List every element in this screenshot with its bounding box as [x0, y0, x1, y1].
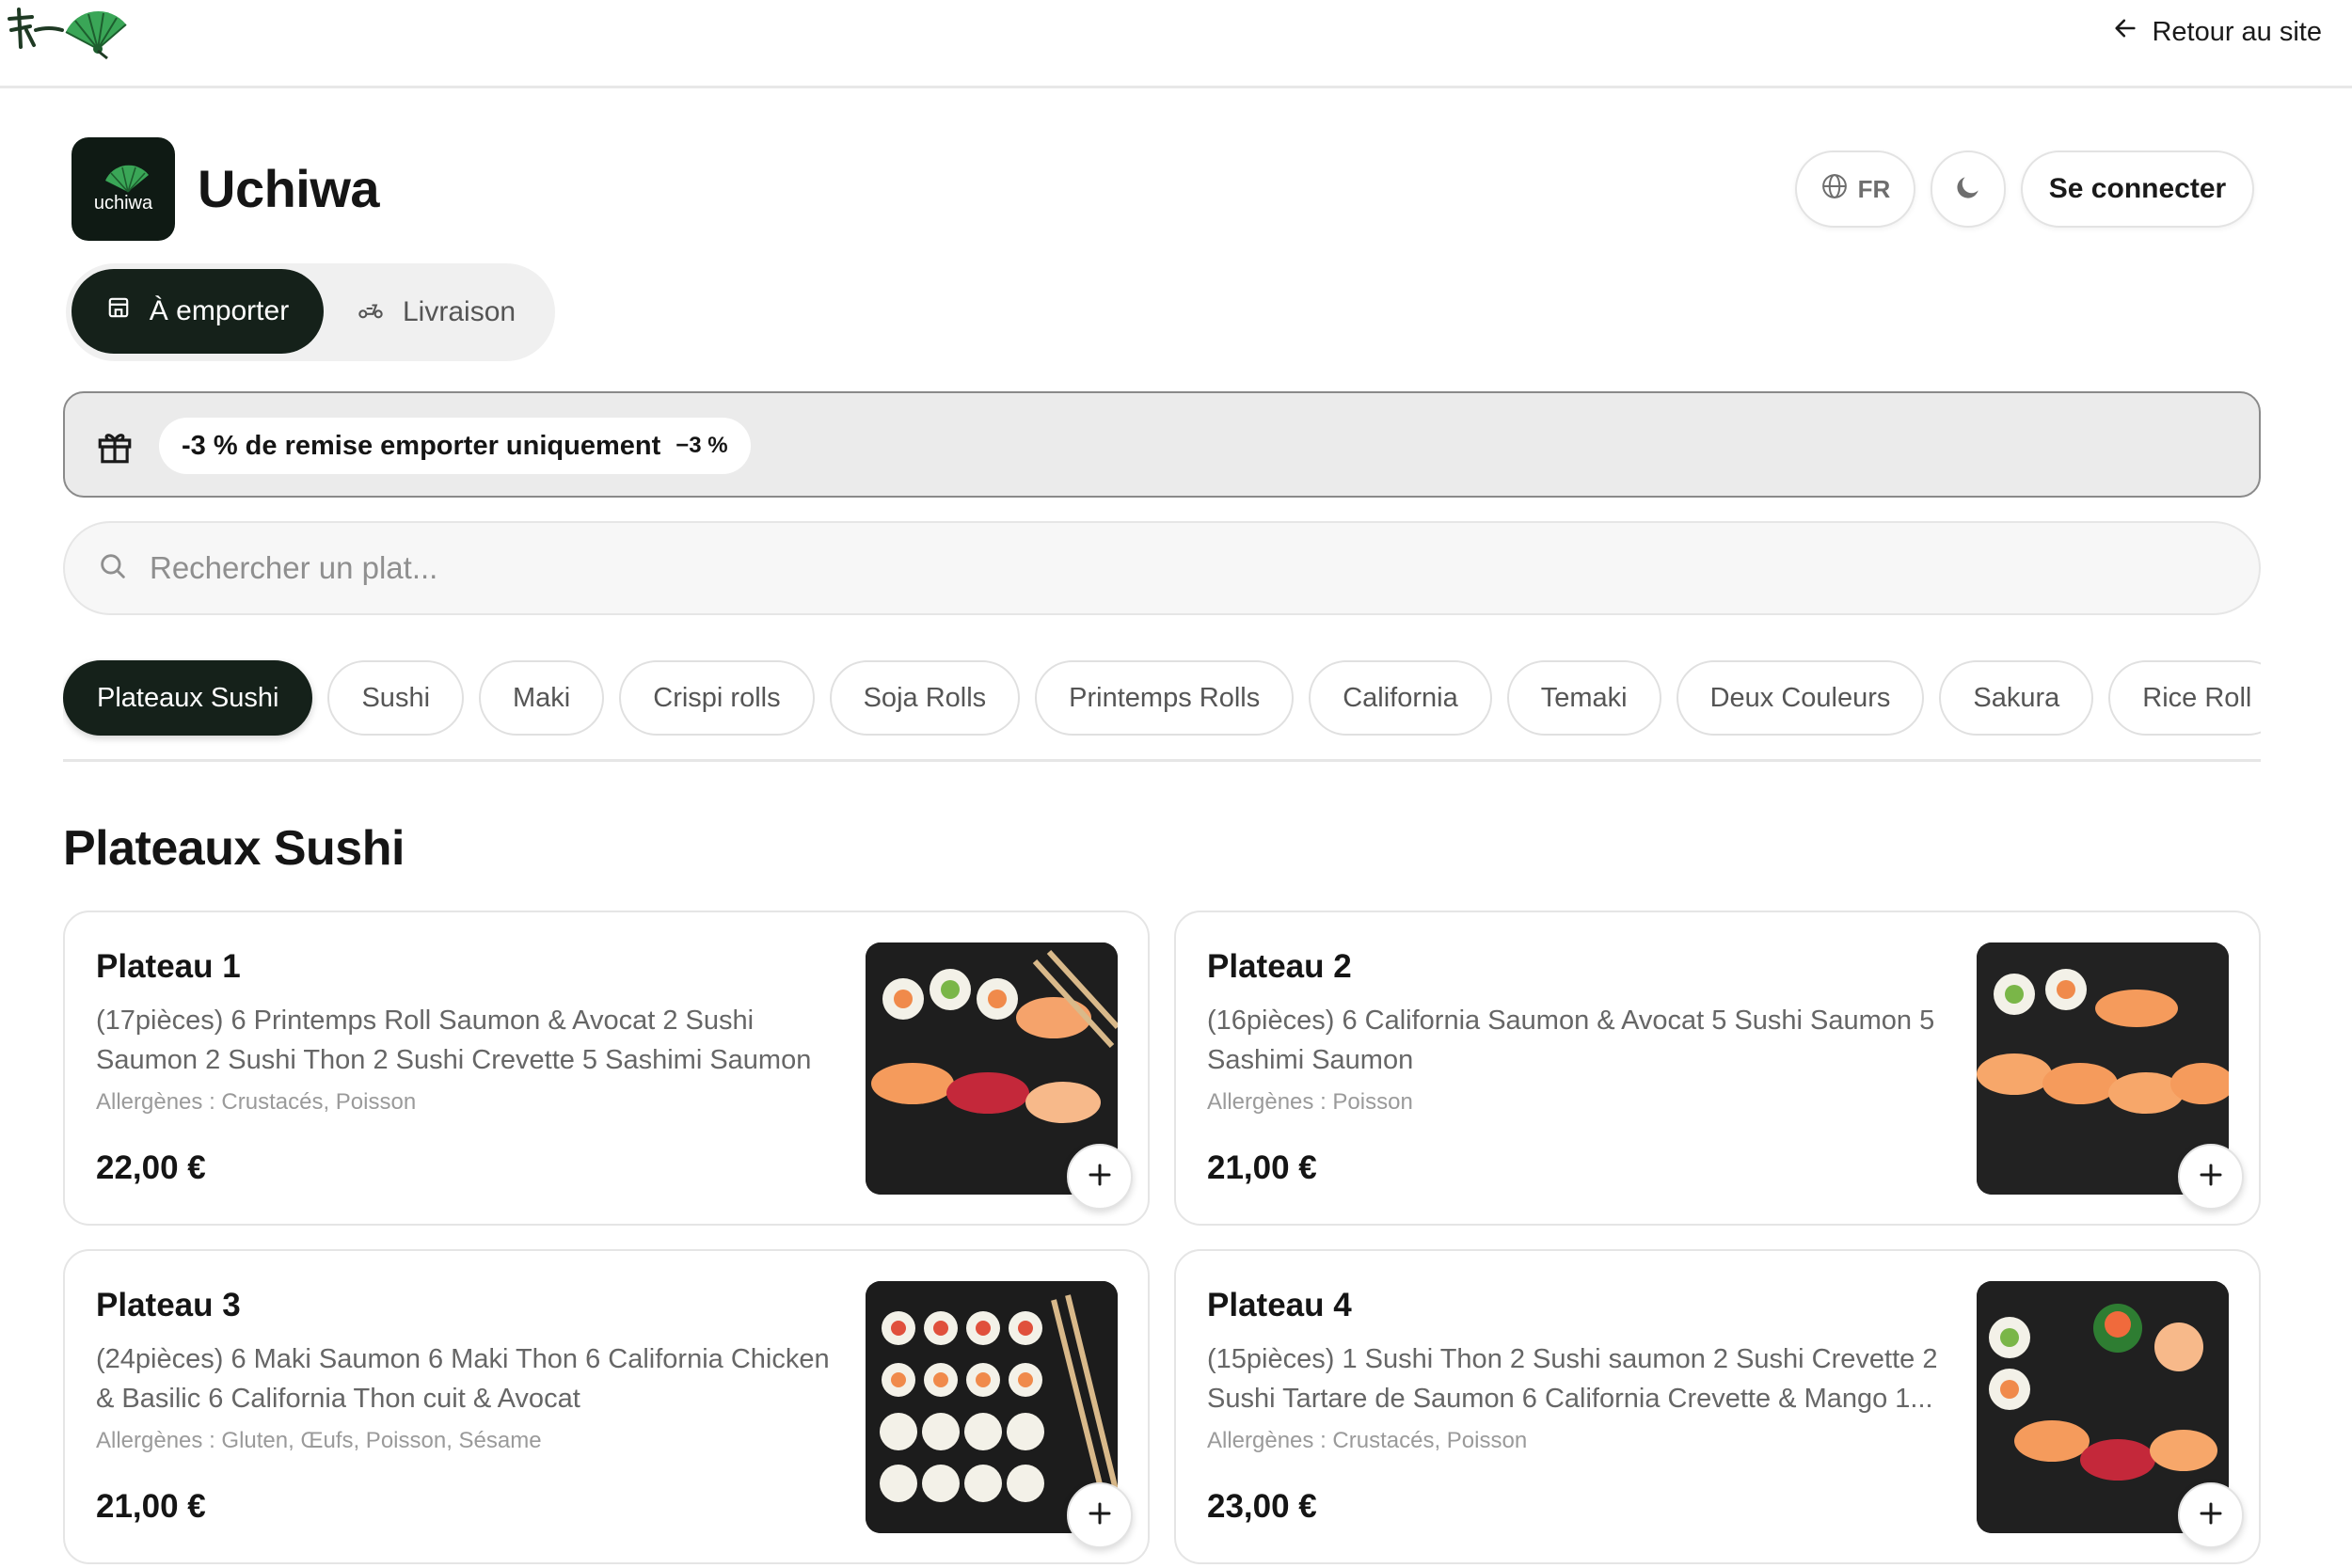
category-california[interactable]: California: [1309, 660, 1492, 736]
category-plateaux-sushi[interactable]: Plateaux Sushi: [63, 660, 313, 736]
plus-icon: [1086, 1499, 1114, 1532]
add-to-cart-button[interactable]: [1067, 1144, 1133, 1210]
search-input[interactable]: [148, 549, 2123, 587]
dish-title: Plateau 4: [1207, 1287, 1352, 1323]
dish-allergens: Allergènes : Crustacés, Poisson: [96, 1089, 417, 1115]
dish-card[interactable]: Plateau 3 (24pièces) 6 Maki Saumon 6 Mak…: [63, 1249, 1150, 1564]
plus-icon: [1086, 1161, 1114, 1194]
add-to-cart-button[interactable]: [1067, 1482, 1133, 1548]
order-mode-switch: À emporter Livraison: [66, 263, 555, 361]
dish-description: (16pièces) 6 California Saumon & Avocat …: [1207, 1006, 1935, 1075]
section-title: Plateaux Sushi: [63, 821, 405, 876]
dish-allergens: Allergènes : Gluten, Œufs, Poisson, Sésa…: [96, 1428, 542, 1453]
add-to-cart-button[interactable]: [2178, 1144, 2244, 1210]
language-label: FR: [1857, 174, 1891, 203]
promo-banner: -3 % de remise emporter uniquement −3 %: [63, 391, 2261, 498]
login-button[interactable]: Se connecter: [2021, 150, 2254, 228]
store-icon: [106, 295, 131, 327]
top-bar: Retour au site: [0, 0, 2352, 88]
dish-card[interactable]: Plateau 2 (16pièces) 6 California Saumon…: [1174, 911, 2261, 1226]
dish-price: 22,00 €: [96, 1149, 206, 1186]
category-maki[interactable]: Maki: [479, 660, 605, 736]
dish-description: (17pièces) 6 Printemps Roll Saumon & Avo…: [96, 1006, 812, 1075]
category-sakura[interactable]: Sakura: [1939, 660, 2094, 736]
delivery-label: Livraison: [403, 296, 516, 327]
plus-icon: [2197, 1161, 2225, 1194]
category-deux-couleurs[interactable]: Deux Couleurs: [1676, 660, 1925, 736]
globe-icon: [1820, 172, 1849, 207]
category-track: Plateaux Sushi Sushi Maki Crispi rolls S…: [63, 660, 2261, 736]
gift-icon: [95, 427, 135, 467]
search-icon: [97, 550, 129, 587]
moon-icon: [1953, 172, 1983, 207]
plus-icon: [2197, 1499, 2225, 1532]
category-sushi[interactable]: Sushi: [327, 660, 465, 736]
add-to-cart-button[interactable]: [2178, 1482, 2244, 1548]
takeaway-label: À emporter: [149, 295, 290, 326]
promo-text: -3 % de remise emporter uniquement: [182, 430, 661, 461]
restaurant-logo: uchiwa: [72, 137, 175, 241]
dark-mode-toggle[interactable]: [1931, 150, 2006, 228]
search-bar: [63, 521, 2261, 615]
dish-title: Plateau 1: [96, 948, 241, 985]
dish-price: 21,00 €: [96, 1488, 206, 1525]
dish-title: Plateau 2: [1207, 948, 1352, 985]
category-printemps-rolls[interactable]: Printemps Rolls: [1035, 660, 1295, 736]
restaurant-name: Uchiwa: [198, 159, 380, 218]
category-temaki[interactable]: Temaki: [1506, 660, 1661, 736]
takeaway-option[interactable]: À emporter: [72, 269, 324, 354]
dish-card[interactable]: Plateau 1 (17pièces) 6 Printemps Roll Sa…: [63, 911, 1150, 1226]
promo-chip[interactable]: -3 % de remise emporter uniquement −3 %: [159, 418, 751, 474]
scooter-icon: [358, 295, 384, 329]
dish-allergens: Allergènes : Poisson: [1207, 1089, 1413, 1115]
promo-badge: −3 %: [675, 433, 728, 458]
dish-card[interactable]: Plateau 4 (15pièces) 1 Sushi Thon 2 Sush…: [1174, 1249, 2261, 1564]
logo-wordmark: uchiwa: [94, 193, 153, 214]
dish-allergens: Allergènes : Crustacés, Poisson: [1207, 1428, 1528, 1453]
category-crispi-rolls[interactable]: Crispi rolls: [619, 660, 815, 736]
category-soja-rolls[interactable]: Soja Rolls: [829, 660, 1021, 736]
back-to-site-label: Retour au site: [2152, 16, 2322, 47]
back-to-site-link[interactable]: Retour au site: [2112, 13, 2322, 51]
delivery-option[interactable]: Livraison: [358, 263, 516, 361]
dish-price: 21,00 €: [1207, 1149, 1317, 1186]
dish-title: Plateau 3: [96, 1287, 241, 1323]
site-logo[interactable]: [4, 2, 132, 60]
language-button[interactable]: FR: [1795, 150, 1915, 228]
arrow-left-icon: [2112, 15, 2138, 49]
dish-price: 23,00 €: [1207, 1488, 1317, 1525]
category-tabs: Plateaux Sushi Sushi Maki Crispi rolls S…: [63, 658, 2261, 762]
dish-description: (24pièces) 6 Maki Saumon 6 Maki Thon 6 C…: [96, 1344, 830, 1414]
dish-description: (15pièces) 1 Sushi Thon 2 Sushi saumon 2…: [1207, 1344, 1938, 1414]
category-rice-roll[interactable]: Rice Roll: [2108, 660, 2261, 736]
